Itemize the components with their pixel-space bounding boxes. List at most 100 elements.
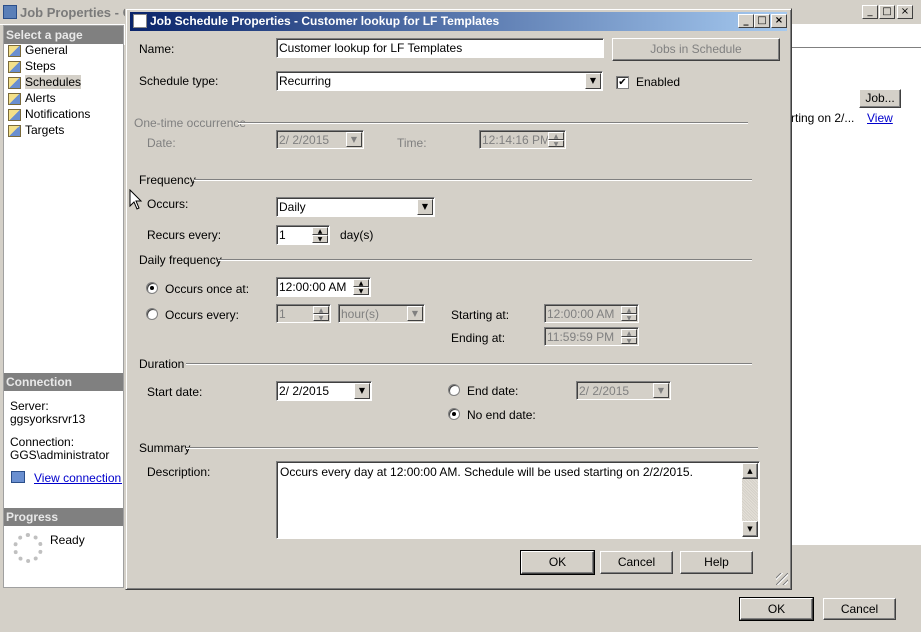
schedule-type-label: Schedule type: (139, 74, 219, 88)
occurs-select[interactable]: Daily ▼ (276, 197, 435, 217)
occurs-every-input[interactable]: 1 ▲ ▼ (276, 304, 331, 323)
page-item-general[interactable]: General (8, 43, 68, 59)
scroll-up-icon[interactable]: ▲ (742, 463, 758, 479)
occurs-once-value: 12:00:00 AM (279, 280, 347, 294)
name-input[interactable]: Customer lookup for LF Templates (276, 38, 604, 58)
minimize-icon[interactable]: _ (862, 5, 878, 19)
spinner-control[interactable]: ▲ ▼ (313, 306, 329, 321)
spinner-icon (13, 533, 43, 563)
end-date-radio[interactable] (448, 384, 460, 396)
chevron-down-icon[interactable]: ▼ (353, 287, 369, 295)
recurs-unit-label: day(s) (340, 228, 374, 242)
chevron-down-icon[interactable]: ▼ (621, 313, 637, 321)
page-item-schedules[interactable]: Schedules (8, 75, 82, 91)
spinner-control[interactable]: ▲ ▼ (548, 132, 564, 147)
ending-at-value: 11:59:59 PM (547, 330, 615, 344)
separator (194, 179, 752, 181)
jobs-column-button[interactable]: Job... (859, 89, 901, 108)
occurs-every-radio[interactable] (146, 308, 158, 320)
chevron-down-icon[interactable]: ▼ (407, 306, 423, 321)
dialog-cancel-button[interactable]: Cancel (600, 551, 673, 574)
spinner-control[interactable]: ▲ ▼ (312, 227, 328, 243)
schedule-row-description: rting on 2/... (791, 111, 855, 125)
occurs-once-time-input[interactable]: 12:00:00 AM ▲ ▼ (276, 277, 371, 297)
no-end-date-radio[interactable] (448, 408, 460, 420)
job-properties-title: Job Properties - C (20, 5, 132, 20)
daily-frequency-header: Daily frequency (139, 253, 222, 267)
server-label: Server: (10, 399, 49, 413)
chevron-up-icon[interactable]: ▲ (313, 306, 329, 314)
separator (238, 122, 748, 124)
one-time-time-value: 12:14:16 PM (482, 133, 551, 147)
spinner-control[interactable]: ▲ ▼ (621, 329, 637, 344)
chevron-up-icon[interactable]: ▲ (621, 306, 637, 314)
ending-at-input[interactable]: 11:59:59 PM ▲ ▼ (544, 327, 639, 346)
occurs-every-label: Occurs every: (165, 308, 240, 322)
starting-at-input[interactable]: 12:00:00 AM ▲ ▼ (544, 304, 639, 323)
maximize-icon[interactable]: □ (879, 5, 895, 19)
occurs-label: Occurs: (147, 197, 189, 211)
one-time-header: One-time occurrence (134, 116, 247, 130)
schedule-list (790, 25, 921, 545)
duration-header: Duration (139, 357, 185, 371)
spinner-control[interactable]: ▲ ▼ (353, 279, 369, 295)
chevron-down-icon[interactable]: ▼ (417, 199, 433, 215)
page-icon (8, 60, 21, 73)
close-icon[interactable]: × (897, 5, 913, 19)
chevron-down-icon[interactable]: ▼ (653, 383, 669, 398)
separator (186, 363, 752, 365)
chevron-up-icon[interactable]: ▲ (312, 227, 328, 235)
chevron-down-icon[interactable]: ▼ (621, 336, 637, 344)
page-item-notifications[interactable]: Notifications (8, 107, 90, 123)
page-item-steps[interactable]: Steps (8, 59, 56, 75)
separator (218, 259, 752, 261)
chevron-down-icon[interactable]: ▼ (346, 132, 362, 147)
enabled-checkbox[interactable]: ✔ (616, 76, 629, 89)
page-item-alerts[interactable]: Alerts (8, 91, 56, 107)
recurs-every-input[interactable]: 1 ▲ ▼ (276, 225, 330, 245)
one-time-date-input[interactable]: 2/ 2/2015 ▼ (276, 130, 364, 149)
page-icon (8, 44, 21, 57)
end-date-label: End date: (467, 384, 519, 398)
separator (186, 447, 758, 449)
start-date-input[interactable]: 2/ 2/2015 ▼ (276, 381, 372, 401)
page-item-targets[interactable]: Targets (8, 123, 64, 139)
dialog-help-button[interactable]: Help (680, 551, 753, 574)
spinner-control[interactable]: ▲ ▼ (621, 306, 637, 321)
resize-grip-icon[interactable] (776, 573, 788, 585)
description-textarea[interactable]: Occurs every day at 12:00:00 AM. Schedul… (276, 461, 760, 539)
occurs-every-value: 1 (279, 307, 286, 321)
no-end-date-label: No end date: (467, 408, 536, 422)
chevron-down-icon[interactable]: ▼ (354, 383, 370, 399)
app-icon (3, 5, 17, 19)
chevron-down-icon[interactable]: ▼ (313, 313, 329, 321)
connection-header: Connection (4, 373, 123, 391)
maximize-icon[interactable]: □ (754, 14, 770, 28)
one-time-time-input[interactable]: 12:14:16 PM ▲ ▼ (479, 130, 566, 149)
name-label: Name: (139, 42, 175, 56)
schedule-row-view-link[interactable]: View (867, 111, 893, 125)
occurs-once-radio[interactable] (146, 282, 158, 294)
scroll-down-icon[interactable]: ▼ (742, 521, 758, 537)
chevron-down-icon[interactable]: ▼ (585, 73, 601, 89)
end-date-input[interactable]: 2/ 2/2015 ▼ (576, 381, 671, 400)
chevron-up-icon[interactable]: ▲ (548, 132, 564, 140)
chevron-down-icon[interactable]: ▼ (548, 139, 564, 147)
occurs-every-unit-select[interactable]: hour(s) ▼ (338, 304, 425, 323)
one-time-date-value: 2/ 2/2015 (279, 133, 330, 147)
chevron-up-icon[interactable]: ▲ (353, 279, 369, 287)
ok-button[interactable]: OK (739, 597, 814, 621)
chevron-up-icon[interactable]: ▲ (621, 329, 637, 337)
cancel-button[interactable]: Cancel (823, 598, 896, 620)
one-time-time-label: Time: (397, 136, 427, 150)
vertical-scrollbar[interactable]: ▲ ▼ (742, 463, 758, 537)
minimize-icon[interactable]: _ (738, 14, 754, 28)
schedule-type-select[interactable]: Recurring ▼ (276, 71, 603, 91)
connection-label: Connection: (10, 435, 75, 449)
progress-header: Progress (4, 508, 123, 526)
close-icon[interactable]: × (771, 14, 787, 28)
chevron-down-icon[interactable]: ▼ (312, 235, 328, 243)
jobs-in-schedule-button[interactable]: Jobs in Schedule (612, 38, 780, 61)
view-connection-link[interactable]: View connection pr (34, 471, 122, 485)
dialog-ok-button[interactable]: OK (520, 550, 595, 575)
